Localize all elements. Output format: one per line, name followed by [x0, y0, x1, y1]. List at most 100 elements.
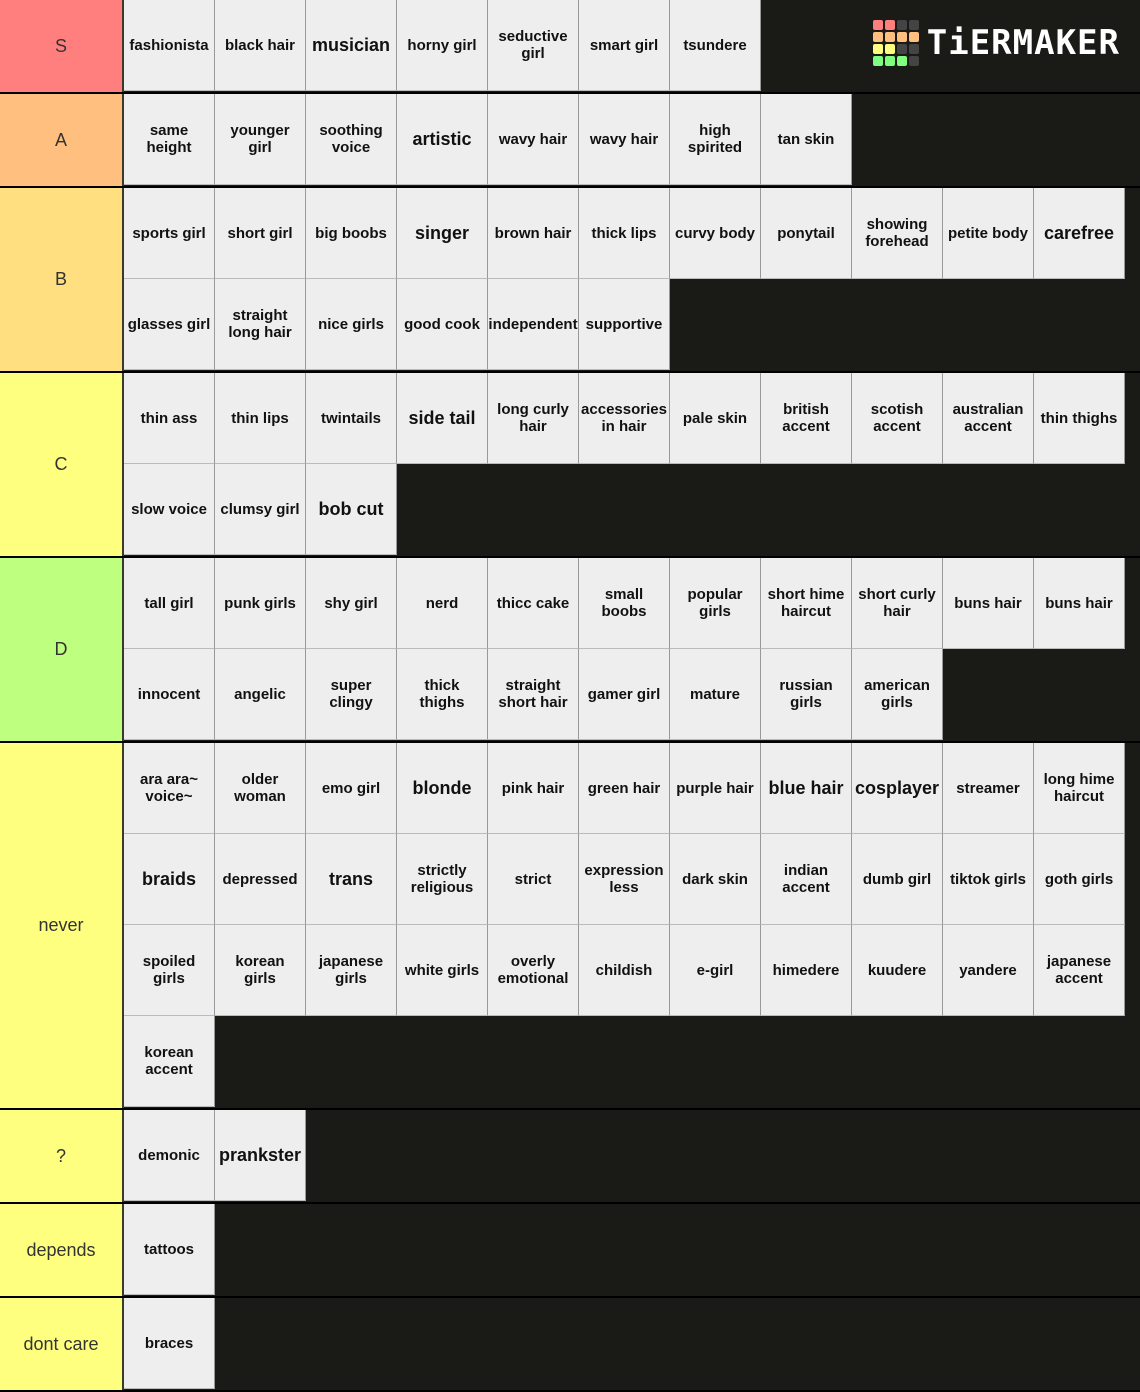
tier-item[interactable]: japanese girls: [306, 925, 397, 1016]
tier-item[interactable]: cosplayer: [852, 743, 943, 834]
tier-item[interactable]: accessories in hair: [579, 373, 670, 464]
tiermaker-logo[interactable]: TiERMAKER: [872, 20, 1120, 66]
tier-item[interactable]: short hime haircut: [761, 558, 852, 649]
tier-item[interactable]: short curly hair: [852, 558, 943, 649]
tier-item[interactable]: buns hair: [943, 558, 1034, 649]
tier-item[interactable]: good cook: [397, 279, 488, 370]
tier-item[interactable]: buns hair: [1034, 558, 1125, 649]
tier-label[interactable]: S: [0, 0, 124, 92]
tier-item[interactable]: popular girls: [670, 558, 761, 649]
tier-label[interactable]: dont care: [0, 1298, 124, 1390]
tier-item[interactable]: thin lips: [215, 373, 306, 464]
tier-item[interactable]: straight long hair: [215, 279, 306, 370]
tier-item[interactable]: streamer: [943, 743, 1034, 834]
tier-item[interactable]: super clingy: [306, 649, 397, 740]
tier-item[interactable]: angelic: [215, 649, 306, 740]
tier-item[interactable]: indian accent: [761, 834, 852, 925]
tier-item[interactable]: nice girls: [306, 279, 397, 370]
tier-item[interactable]: shy girl: [306, 558, 397, 649]
tier-item[interactable]: blonde: [397, 743, 488, 834]
tier-item[interactable]: small boobs: [579, 558, 670, 649]
tier-item[interactable]: australian accent: [943, 373, 1034, 464]
tier-item[interactable]: ara ara~ voice~: [124, 743, 215, 834]
tier-item[interactable]: russian girls: [761, 649, 852, 740]
tier-label[interactable]: depends: [0, 1204, 124, 1296]
tier-item[interactable]: tattoos: [124, 1204, 215, 1295]
tier-item[interactable]: overly emotional: [488, 925, 579, 1016]
tier-item[interactable]: clumsy girl: [215, 464, 306, 555]
tier-item[interactable]: tan skin: [761, 94, 852, 185]
tier-item[interactable]: dumb girl: [852, 834, 943, 925]
tier-item[interactable]: goth girls: [1034, 834, 1125, 925]
tier-item[interactable]: tsundere: [670, 0, 761, 91]
tier-item[interactable]: nerd: [397, 558, 488, 649]
tier-label[interactable]: never: [0, 743, 124, 1108]
tier-item[interactable]: himedere: [761, 925, 852, 1016]
tier-item[interactable]: dark skin: [670, 834, 761, 925]
tier-item[interactable]: sports girl: [124, 188, 215, 279]
tier-label[interactable]: B: [0, 188, 124, 371]
tier-item[interactable]: curvy body: [670, 188, 761, 279]
tier-item[interactable]: artistic: [397, 94, 488, 185]
tier-item[interactable]: wavy hair: [579, 94, 670, 185]
tier-item[interactable]: independent: [488, 279, 579, 370]
tier-item[interactable]: prankster: [215, 1110, 306, 1201]
tier-item[interactable]: supportive: [579, 279, 670, 370]
tier-item[interactable]: older woman: [215, 743, 306, 834]
tier-item[interactable]: spoiled girls: [124, 925, 215, 1016]
tier-item[interactable]: korean girls: [215, 925, 306, 1016]
tier-item[interactable]: emo girl: [306, 743, 397, 834]
tier-item[interactable]: trans: [306, 834, 397, 925]
tier-item[interactable]: thick thighs: [397, 649, 488, 740]
tier-item[interactable]: short girl: [215, 188, 306, 279]
tier-item[interactable]: singer: [397, 188, 488, 279]
tier-item[interactable]: showing forehead: [852, 188, 943, 279]
tier-item[interactable]: braces: [124, 1298, 215, 1389]
tier-item[interactable]: mature: [670, 649, 761, 740]
tier-item[interactable]: tiktok girls: [943, 834, 1034, 925]
tier-item[interactable]: younger girl: [215, 94, 306, 185]
tier-label[interactable]: D: [0, 558, 124, 741]
tier-item[interactable]: fashionista: [124, 0, 215, 91]
tier-item[interactable]: thick lips: [579, 188, 670, 279]
tier-item[interactable]: soothing voice: [306, 94, 397, 185]
tier-item[interactable]: black hair: [215, 0, 306, 91]
tier-item[interactable]: brown hair: [488, 188, 579, 279]
tier-item[interactable]: same height: [124, 94, 215, 185]
tier-item[interactable]: thin ass: [124, 373, 215, 464]
tier-item[interactable]: scotish accent: [852, 373, 943, 464]
tier-item[interactable]: petite body: [943, 188, 1034, 279]
tier-item[interactable]: demonic: [124, 1110, 215, 1201]
tier-item[interactable]: expression less: [579, 834, 670, 925]
tier-label[interactable]: A: [0, 94, 124, 186]
tier-item[interactable]: kuudere: [852, 925, 943, 1016]
tier-item[interactable]: glasses girl: [124, 279, 215, 370]
tier-item[interactable]: childish: [579, 925, 670, 1016]
tier-item[interactable]: blue hair: [761, 743, 852, 834]
tier-item[interactable]: purple hair: [670, 743, 761, 834]
tier-item[interactable]: musician: [306, 0, 397, 91]
tier-item[interactable]: slow voice: [124, 464, 215, 555]
tier-item[interactable]: white girls: [397, 925, 488, 1016]
tier-item[interactable]: japanese accent: [1034, 925, 1125, 1016]
tier-item[interactable]: tall girl: [124, 558, 215, 649]
tier-item[interactable]: smart girl: [579, 0, 670, 91]
tier-item[interactable]: strictly religious: [397, 834, 488, 925]
tier-item[interactable]: side tail: [397, 373, 488, 464]
tier-item[interactable]: depressed: [215, 834, 306, 925]
tier-item[interactable]: braids: [124, 834, 215, 925]
tier-item[interactable]: bob cut: [306, 464, 397, 555]
tier-item[interactable]: twintails: [306, 373, 397, 464]
tier-item[interactable]: big boobs: [306, 188, 397, 279]
tier-item[interactable]: ponytail: [761, 188, 852, 279]
tier-item[interactable]: pink hair: [488, 743, 579, 834]
tier-item[interactable]: punk girls: [215, 558, 306, 649]
tier-item[interactable]: long curly hair: [488, 373, 579, 464]
tier-item[interactable]: strict: [488, 834, 579, 925]
tier-item[interactable]: horny girl: [397, 0, 488, 91]
tier-item[interactable]: thin thighs: [1034, 373, 1125, 464]
tier-item[interactable]: straight short hair: [488, 649, 579, 740]
tier-item[interactable]: korean accent: [124, 1016, 215, 1107]
tier-item[interactable]: green hair: [579, 743, 670, 834]
tier-label[interactable]: C: [0, 373, 124, 556]
